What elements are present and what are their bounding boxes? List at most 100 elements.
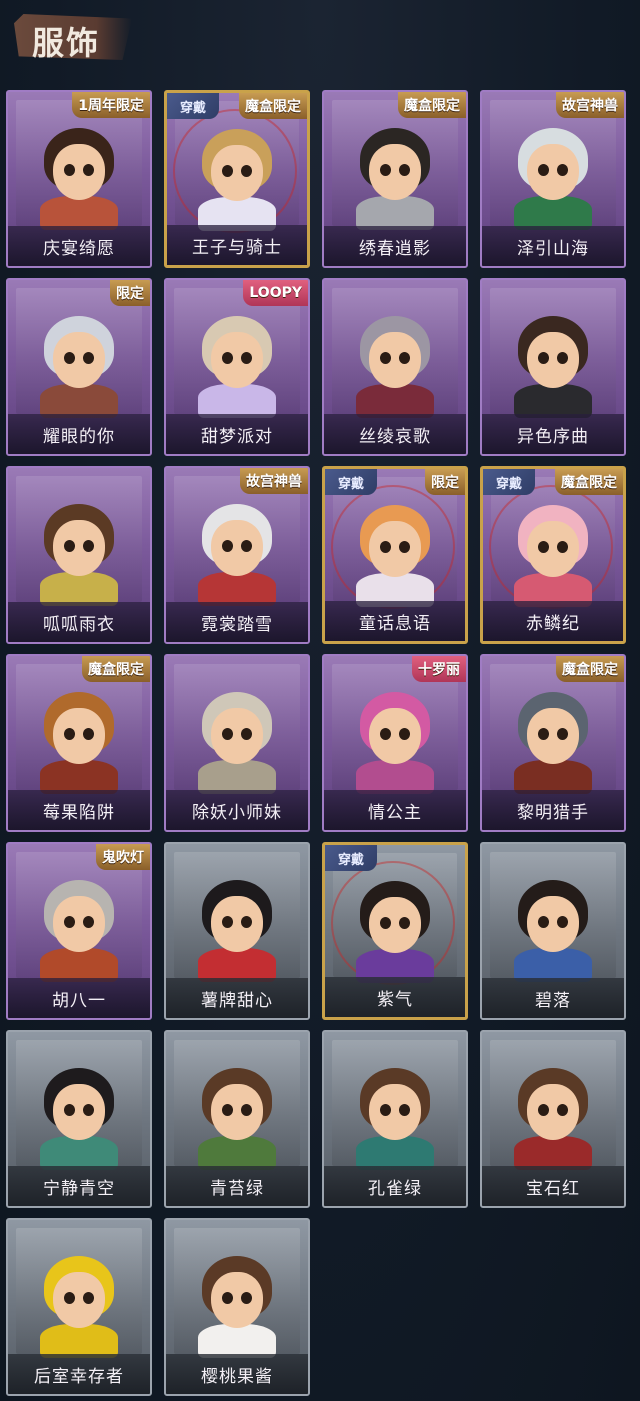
portrait-face [211, 145, 263, 201]
portrait-eye [222, 1104, 233, 1116]
outfit-card[interactable]: 后室幸存者 [6, 1218, 152, 1396]
portrait-face [369, 897, 421, 953]
portrait-eye [64, 1104, 75, 1116]
outfit-card[interactable]: 故宫神兽 霓裳踏雪 [164, 466, 310, 644]
outfit-card[interactable]: 魔盒限定 绣春逍影 [322, 90, 468, 268]
outfit-card[interactable]: 限定 穿戴 童话息语 [322, 466, 468, 644]
portrait-outfit [514, 384, 592, 418]
name-bar: 绣春逍影 [324, 226, 466, 266]
name-bar: 紫气 [325, 977, 465, 1017]
outfit-card[interactable]: 限定 耀眼的你 [6, 278, 152, 456]
portrait-eye [64, 164, 75, 176]
portrait-face [527, 1084, 579, 1140]
outfit-card[interactable]: 宝石红 [480, 1030, 626, 1208]
portrait-eye [64, 1292, 75, 1304]
portrait-face [211, 1084, 263, 1140]
name-bar: 童话息语 [325, 601, 465, 641]
portrait-face [53, 144, 105, 200]
outfit-name: 孔雀绿 [368, 1178, 422, 1199]
outfit-name: 碧落 [535, 990, 571, 1011]
portrait-eye [399, 352, 410, 364]
name-bar: 莓果陷阱 [8, 790, 150, 830]
character-portrait [194, 880, 280, 982]
outfit-name: 赤鳞纪 [526, 613, 580, 634]
outfit-card[interactable]: LOOPY 甜梦派对 [164, 278, 310, 456]
limited-badge: 魔盒限定 [82, 656, 150, 682]
outfit-card[interactable]: 鬼吹灯 胡八一 [6, 842, 152, 1020]
outfit-name: 薯牌甜心 [201, 990, 273, 1011]
equipped-tag: 穿戴 [483, 469, 535, 495]
outfit-card[interactable]: 薯牌甜心 [164, 842, 310, 1020]
outfit-card[interactable]: 丝绫哀歌 [322, 278, 468, 456]
name-bar: 薯牌甜心 [166, 978, 308, 1018]
outfit-card[interactable]: 穿戴 紫气 [322, 842, 468, 1020]
name-bar: 宝石红 [482, 1166, 624, 1206]
limited-badge: 1周年限定 [72, 92, 150, 118]
character-portrait [352, 1068, 438, 1170]
portrait-face [53, 520, 105, 576]
outfit-card[interactable]: 魔盒限定 穿戴 王子与骑士 [164, 90, 310, 268]
portrait-eye [538, 916, 549, 928]
outfit-card[interactable]: 除妖小师妹 [164, 654, 310, 832]
outfit-card[interactable]: 魔盒限定 黎明猎手 [480, 654, 626, 832]
portrait-eye [222, 728, 233, 740]
portrait-face [369, 1084, 421, 1140]
portrait-eye [83, 728, 94, 740]
limited-badge: 魔盒限定 [239, 93, 307, 119]
outfit-name: 胡八一 [52, 990, 106, 1011]
outfit-card[interactable]: 碧落 [480, 842, 626, 1020]
portrait-eye [64, 728, 75, 740]
character-portrait [194, 1068, 280, 1170]
character-portrait [510, 128, 596, 230]
character-portrait [36, 128, 122, 230]
portrait-outfit [514, 760, 592, 794]
outfit-name: 丝绫哀歌 [359, 426, 431, 447]
outfit-card[interactable]: 樱桃果酱 [164, 1218, 310, 1396]
portrait-face [369, 144, 421, 200]
portrait-face [527, 521, 579, 577]
portrait-outfit [356, 760, 434, 794]
character-portrait [194, 129, 280, 231]
portrait-face [53, 332, 105, 388]
portrait-outfit [356, 384, 434, 418]
portrait-eye [222, 352, 233, 364]
outfit-name: 青苔绿 [210, 1178, 264, 1199]
portrait-outfit [356, 196, 434, 230]
outfit-card[interactable]: 1周年限定庆宴绮愿 [6, 90, 152, 268]
equipped-tag: 穿戴 [325, 845, 377, 871]
character-portrait [352, 692, 438, 794]
outfit-card[interactable]: 十罗丽 情公主 [322, 654, 468, 832]
name-bar: 后室幸存者 [8, 1354, 150, 1394]
page-title: 服饰 [32, 24, 101, 62]
portrait-eye [241, 916, 252, 928]
portrait-face [369, 332, 421, 388]
outfit-card[interactable]: 呱呱雨衣 [6, 466, 152, 644]
outfit-name: 王子与骑士 [192, 237, 282, 258]
portrait-outfit [198, 760, 276, 794]
outfit-card[interactable]: 孔雀绿 [322, 1030, 468, 1208]
name-bar: 碧落 [482, 978, 624, 1018]
character-portrait [194, 692, 280, 794]
character-portrait [36, 316, 122, 418]
outfit-card[interactable]: 青苔绿 [164, 1030, 310, 1208]
portrait-eye [380, 541, 391, 553]
outfit-card[interactable]: 魔盒限定 穿戴 赤鳞纪 [480, 466, 626, 644]
outfit-card[interactable]: 故宫神兽 泽引山海 [480, 90, 626, 268]
portrait-eye [222, 916, 233, 928]
outfit-card[interactable]: 魔盒限定莓果陷阱 [6, 654, 152, 832]
character-portrait [194, 504, 280, 606]
outfit-card[interactable]: 宁静青空 [6, 1030, 152, 1208]
character-portrait [36, 504, 122, 606]
character-portrait [510, 505, 596, 607]
header: 服饰 [0, 0, 640, 70]
portrait-outfit [514, 196, 592, 230]
outfit-name: 庆宴绮愿 [43, 238, 115, 259]
portrait-eye [380, 728, 391, 740]
limited-badge: 限定 [425, 469, 465, 495]
portrait-eye [64, 916, 75, 928]
portrait-eye [538, 164, 549, 176]
portrait-eye [64, 352, 75, 364]
outfit-card[interactable]: 异色序曲 [480, 278, 626, 456]
portrait-eye [538, 1104, 549, 1116]
outfit-name: 宁静青空 [43, 1178, 115, 1199]
